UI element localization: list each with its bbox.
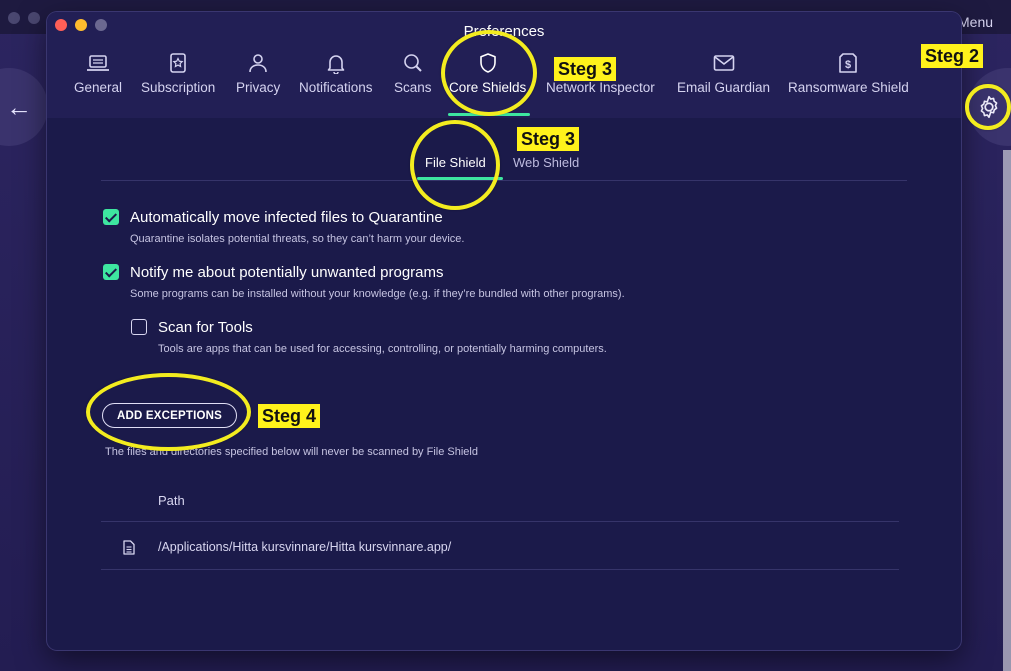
annotation-label-steg4: Steg 4 [258,404,321,428]
divider [101,180,907,181]
svg-text:$: $ [845,59,851,71]
tab-subscription[interactable]: Subscription [141,52,215,95]
tab-ransomware-shield[interactable]: $ Ransomware Shield [788,52,909,95]
background-edge [1003,150,1011,671]
tab-label: Network Inspector [546,80,655,95]
subtab-web-shield[interactable]: Web Shield [513,155,579,170]
option-description: Some programs can be installed without y… [130,288,625,300]
divider [101,521,899,522]
tab-scans[interactable]: Scans [394,52,432,95]
tab-notifications[interactable]: Notifications [299,52,373,95]
background-window-dot [8,12,20,24]
star-badge-icon [170,53,186,73]
annotation-circle-core-shields [441,30,537,116]
option-title: Notify me about potentially unwanted pro… [130,264,444,281]
annotation-label-steg2: Steg 2 [921,44,984,68]
file-icon [123,540,135,555]
tab-label: Notifications [299,80,373,95]
person-icon [249,54,267,73]
divider [101,569,899,570]
option-description: Quarantine isolates potential threats, s… [130,233,465,245]
exception-row-path[interactable]: /Applications/Hitta kursvinnare/Hitta ku… [158,540,451,554]
tab-label: General [74,80,123,95]
background-window-dot [28,12,40,24]
tab-privacy[interactable]: Privacy [236,52,280,95]
tab-email-guardian[interactable]: Email Guardian [677,52,770,95]
laptop-icon [87,55,110,71]
path-column-header: Path [158,493,185,508]
tab-label: Email Guardian [677,80,771,95]
menu-label[interactable]: Menu [958,14,993,30]
pup-notify-checkbox[interactable] [103,264,119,280]
quarantine-checkbox[interactable] [103,209,119,225]
option-title: Scan for Tools [158,319,253,336]
annotation-circle-file-shield [410,120,500,210]
tab-label: Ransomware Shield [788,80,909,95]
option-title: Automatically move infected files to Qua… [130,209,443,226]
annotation-label-steg3: Steg 3 [517,127,580,151]
tab-label: Subscription [141,80,216,95]
tab-general[interactable]: General [74,52,122,95]
search-icon [403,54,422,72]
tab-label: Privacy [236,80,281,95]
scan-tools-checkbox[interactable] [131,319,147,335]
arrow-left-icon: ← [6,91,32,122]
dollar-shield-icon: $ [839,53,858,73]
annotation-circle-settings [965,84,1011,130]
annotation-circle-add-exceptions [86,373,251,451]
option-description: Tools are apps that can be used for acce… [158,343,607,355]
back-button[interactable]: ← [0,68,48,146]
tab-label: Scans [394,80,432,95]
mail-icon [713,55,734,71]
bell-icon [327,55,345,74]
annotation-label-steg3: Steg 3 [554,57,617,81]
